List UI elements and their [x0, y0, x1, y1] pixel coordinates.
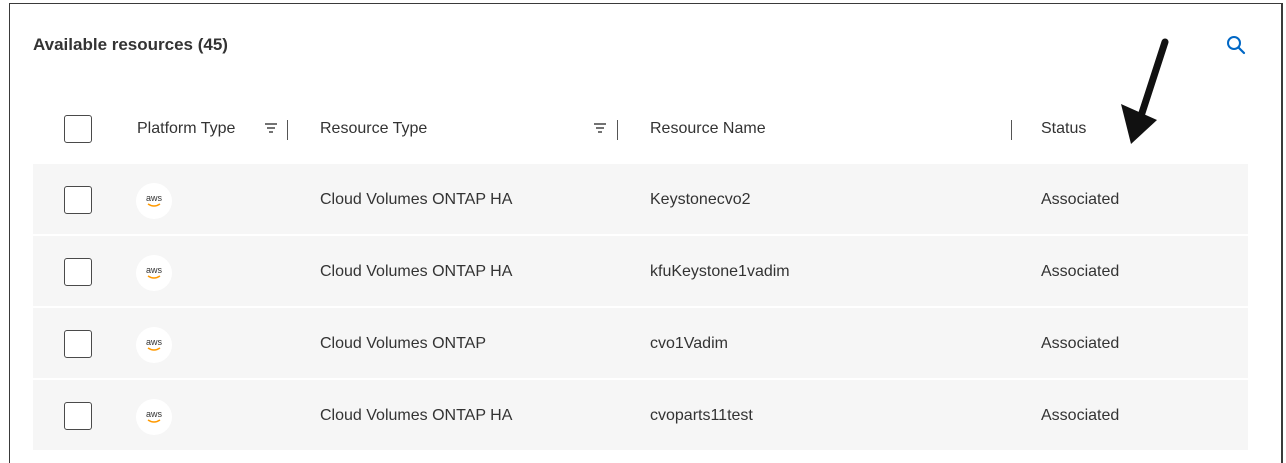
column-header-platform-type[interactable]: Platform Type	[137, 120, 235, 138]
resource-name-cell: cvoparts11test	[650, 407, 753, 424]
column-divider[interactable]	[1011, 120, 1012, 140]
panel-title: Available resources (45)	[33, 35, 228, 54]
status-cell: Associated	[1041, 335, 1120, 352]
resources-panel: Available resources (45) Platform Type R…	[9, 3, 1283, 463]
row-checkbox[interactable]	[64, 402, 92, 430]
resource-type-cell: Cloud Volumes ONTAP HA	[320, 191, 513, 208]
table-row[interactable]: aws Cloud Volumes ONTAP HA cvoparts11tes…	[33, 380, 1248, 452]
status-cell: Associated	[1041, 407, 1120, 424]
column-divider[interactable]	[287, 120, 288, 140]
row-checkbox[interactable]	[64, 330, 92, 358]
table-header: Platform Type Resource Type Resource Nam…	[33, 94, 1248, 164]
resource-name-cell: cvo1Vadim	[650, 335, 728, 352]
aws-logo-icon: aws	[136, 183, 172, 219]
table-body: aws Cloud Volumes ONTAP HA Keystonecvo2 …	[33, 164, 1248, 452]
platform-type-filter-icon[interactable]	[264, 122, 278, 134]
row-checkbox[interactable]	[64, 186, 92, 214]
table-row[interactable]: aws Cloud Volumes ONTAP cvo1Vadim Associ…	[33, 308, 1248, 380]
resource-name-cell: Keystonecvo2	[650, 191, 751, 208]
row-checkbox[interactable]	[64, 258, 92, 286]
resource-type-filter-icon[interactable]	[593, 122, 607, 134]
status-cell: Associated	[1041, 263, 1120, 280]
table-row[interactable]: aws Cloud Volumes ONTAP HA Keystonecvo2 …	[33, 164, 1248, 236]
table-row[interactable]: aws Cloud Volumes ONTAP HA kfuKeystone1v…	[33, 236, 1248, 308]
aws-logo-icon: aws	[136, 255, 172, 291]
select-all-checkbox[interactable]	[64, 115, 92, 143]
column-header-status[interactable]: Status	[1041, 120, 1086, 138]
resource-type-cell: Cloud Volumes ONTAP HA	[320, 407, 513, 424]
status-cell: Associated	[1041, 191, 1120, 208]
resource-type-cell: Cloud Volumes ONTAP	[320, 335, 486, 352]
aws-logo-icon: aws	[136, 327, 172, 363]
column-header-resource-name[interactable]: Resource Name	[650, 120, 766, 138]
column-divider[interactable]	[617, 120, 618, 140]
column-header-resource-type[interactable]: Resource Type	[320, 120, 427, 138]
search-icon[interactable]	[1225, 34, 1247, 56]
aws-logo-icon: aws	[136, 399, 172, 435]
resource-name-cell: kfuKeystone1vadim	[650, 263, 790, 280]
resource-type-cell: Cloud Volumes ONTAP HA	[320, 263, 513, 280]
